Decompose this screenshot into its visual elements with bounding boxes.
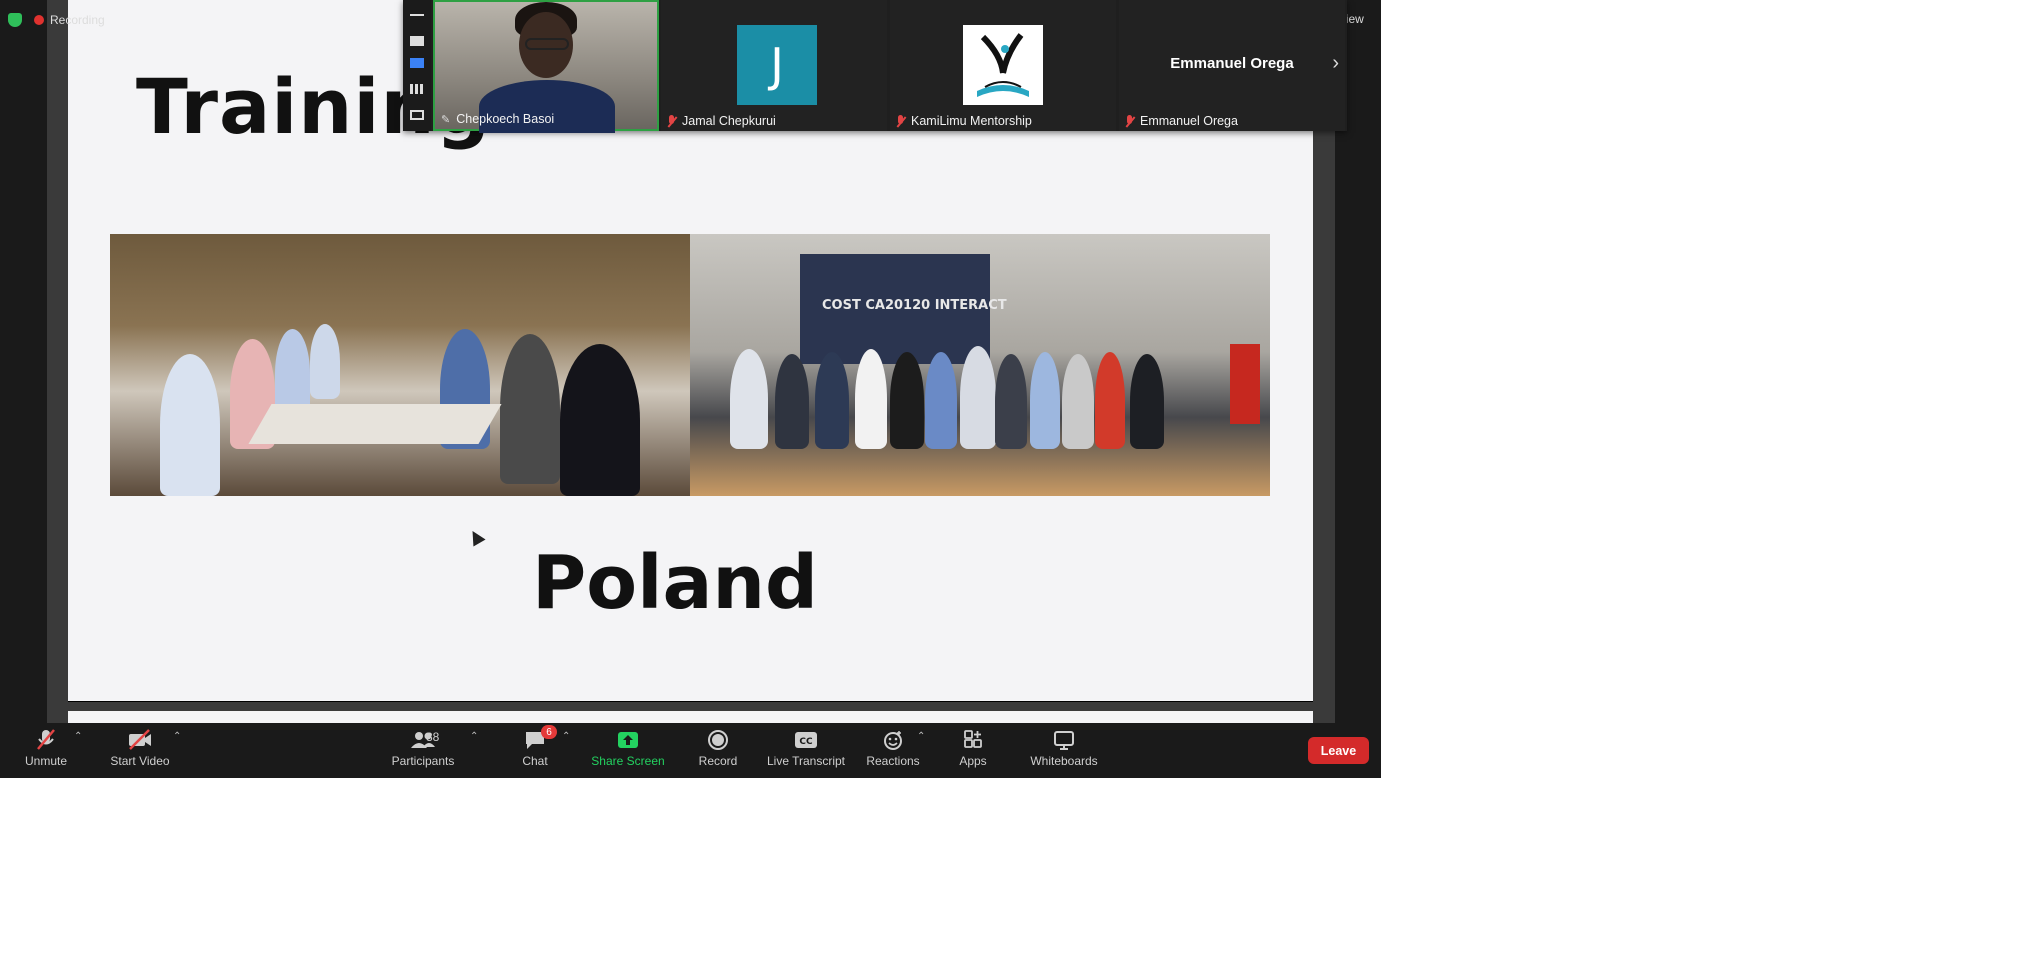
video-off-icon — [108, 728, 172, 752]
participant-tile[interactable]: Emmanuel Orega Emmanuel Orega — [1119, 0, 1345, 131]
closed-caption-icon: CC — [765, 728, 847, 752]
participant-gallery-strip: ✎ Chepkoech Basoi J Jamal Chepkurui Kami… — [403, 0, 1347, 133]
avatar: J — [737, 25, 817, 105]
apps-icon — [957, 728, 989, 752]
participant-name: Emmanuel Orega — [1140, 114, 1238, 128]
share-screen-label: Share Screen — [591, 754, 665, 768]
live-transcript-label: Live Transcript — [766, 754, 846, 768]
chat-label: Chat — [522, 754, 548, 768]
share-screen-icon — [590, 728, 666, 752]
meeting-status: Recording — [8, 10, 105, 30]
share-screen-button[interactable]: Share Screen — [590, 728, 666, 768]
participants-caret-icon[interactable]: ⌃ — [470, 731, 478, 742]
active-speaker-layout-icon[interactable] — [410, 36, 424, 46]
start-video-button[interactable]: Start Video — [108, 728, 172, 768]
start-video-label: Start Video — [110, 754, 170, 768]
video-options-caret-icon[interactable]: ⌃ — [173, 731, 181, 742]
mic-muted-icon — [18, 728, 74, 752]
svg-text:CC: CC — [799, 737, 813, 747]
participants-icon: 38 — [390, 728, 456, 752]
participants-button[interactable]: 38 Participants — [390, 728, 456, 768]
whiteboard-icon — [1027, 728, 1101, 752]
chat-unread-badge: 6 — [541, 725, 557, 739]
participant-name-tag: ✎ Chepkoech Basoi — [441, 112, 554, 126]
participant-name: Jamal Chepkurui — [682, 114, 776, 128]
projector-screen-text: COST CA20120 INTERACT — [822, 298, 1007, 313]
minimize-icon[interactable] — [410, 14, 424, 16]
participant-name: Chepkoech Basoi — [456, 112, 555, 126]
live-transcript-button[interactable]: CC Live Transcript — [765, 728, 847, 768]
participants-count: 38 — [426, 730, 440, 744]
strip-layout-icon[interactable] — [410, 58, 424, 68]
whiteboards-label: Whiteboards — [1030, 754, 1098, 768]
apps-label: Apps — [959, 754, 987, 768]
kamilimu-logo — [963, 25, 1043, 105]
participant-name-tag: Jamal Chepkurui — [667, 114, 776, 128]
slide-caption: Poland — [532, 540, 819, 626]
whiteboards-button[interactable]: Whiteboards — [1027, 728, 1101, 768]
apps-button[interactable]: Apps — [957, 728, 989, 768]
participant-name-tag: KamiLimu Mentorship — [896, 114, 1032, 128]
mic-muted-icon — [896, 114, 905, 128]
unmute-label: Unmute — [24, 754, 68, 768]
meeting-toolbar: Unmute ⌃ Start Video ⌃ 38 Participants ⌃… — [0, 723, 1381, 778]
chat-icon: 6 — [515, 725, 557, 752]
record-icon — [697, 728, 739, 752]
zoom-meeting-window: Training COST CA20120 INTERACT Poland Re… — [0, 0, 1381, 778]
mic-muted-icon — [667, 114, 676, 128]
participant-tile[interactable]: ✎ Chepkoech Basoi — [433, 0, 659, 133]
side-by-side-icon[interactable] — [410, 110, 424, 120]
reactions-label: Reactions — [866, 754, 920, 768]
recording-indicator[interactable]: Recording — [34, 13, 105, 27]
chat-caret-icon[interactable]: ⌃ — [562, 731, 570, 742]
chat-button[interactable]: 6 Chat — [515, 725, 557, 768]
reactions-caret-icon[interactable]: ⌃ — [917, 731, 925, 742]
participants-label: Participants — [391, 754, 455, 768]
record-button[interactable]: Record — [697, 728, 739, 768]
reactions-button[interactable]: Reactions — [865, 728, 921, 768]
security-shield-icon[interactable] — [8, 13, 22, 27]
participant-display-name: Emmanuel Orega — [1170, 55, 1294, 72]
participant-video-glasses — [525, 38, 569, 50]
mic-muted-icon — [1125, 114, 1134, 128]
pin-icon: ✎ — [441, 113, 451, 126]
unmute-button[interactable]: Unmute — [18, 728, 74, 768]
gallery-layout-controls — [403, 0, 431, 131]
dinner-group-photo — [110, 234, 690, 496]
chevron-right-icon[interactable]: › — [1332, 52, 1339, 75]
recording-dot-icon — [34, 15, 44, 25]
recording-label: Recording — [50, 13, 105, 27]
participant-tile[interactable]: J Jamal Chepkurui — [661, 0, 887, 131]
record-label: Record — [698, 754, 738, 768]
participant-tile[interactable]: KamiLimu Mentorship — [890, 0, 1116, 131]
smiley-icon — [865, 728, 921, 752]
gallery-grid-icon[interactable] — [410, 84, 424, 94]
conference-group-photo: COST CA20120 INTERACT — [690, 234, 1270, 496]
participant-name-tag: Emmanuel Orega — [1125, 114, 1238, 128]
next-slide-edge — [68, 711, 1313, 723]
participant-name: KamiLimu Mentorship — [911, 114, 1032, 128]
leave-button[interactable]: Leave — [1308, 737, 1369, 764]
audio-options-caret-icon[interactable]: ⌃ — [74, 731, 82, 742]
